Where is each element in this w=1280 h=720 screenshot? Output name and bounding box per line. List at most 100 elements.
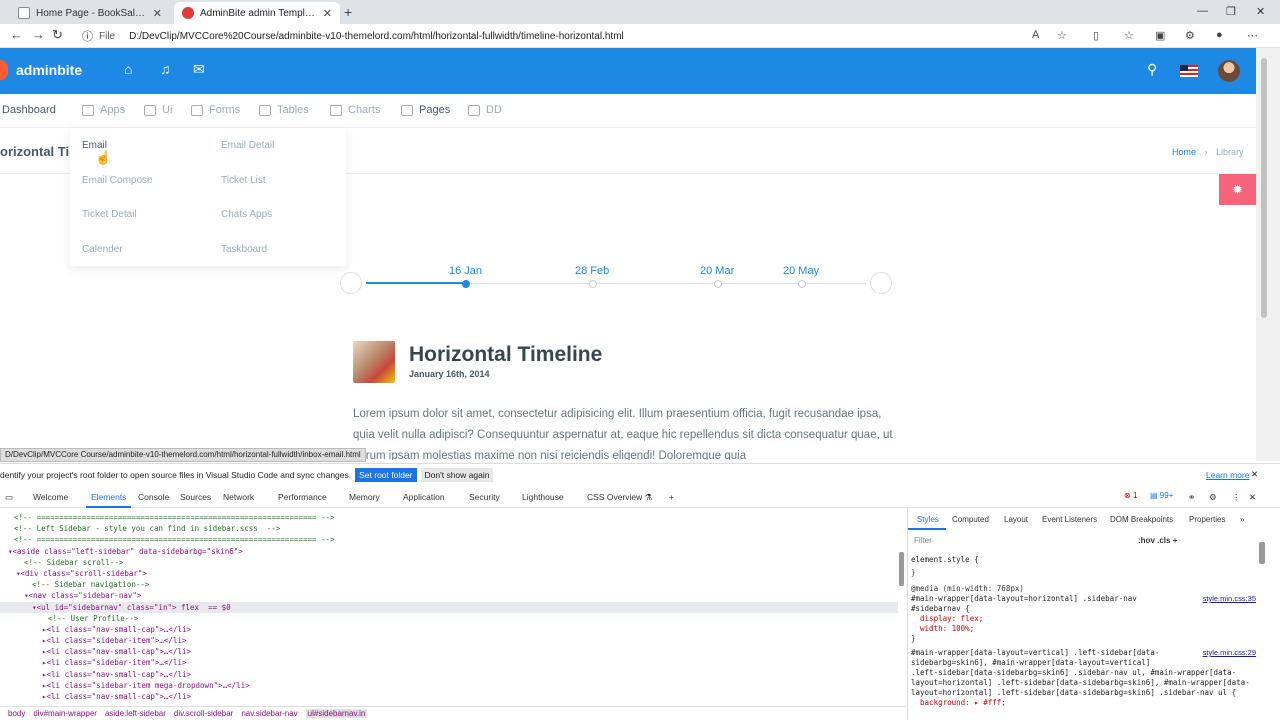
settings-gear-icon[interactable]: ✹ [1219, 174, 1256, 205]
devtools-tab-console[interactable]: Console [138, 492, 169, 502]
menu-item-tables[interactable]: Tables [259, 104, 309, 116]
scrollbar-thumb[interactable] [1261, 58, 1267, 318]
layout-tab[interactable]: Layout [1004, 515, 1028, 524]
split-screen-icon[interactable]: ▯ [1093, 29, 1099, 42]
code-line[interactable]: ▸<li class="sidebar-item">…</li> [42, 657, 187, 668]
dropdown-item-chats-apps[interactable]: Chats Apps [221, 209, 272, 220]
stylesheet-link[interactable]: style.min.css:29 [1203, 648, 1256, 657]
styles-scrollbar[interactable] [1259, 542, 1265, 564]
dom-crumb[interactable]: div#main-wrapper [33, 709, 97, 718]
style-line[interactable]: #main-wrapper[data-layout=vertical] .lef… [911, 648, 1159, 657]
add-tab-plus-icon[interactable]: + [669, 492, 674, 502]
code-line[interactable]: <!-- User Profile--> [48, 613, 138, 624]
style-line[interactable]: element.style { [911, 555, 979, 564]
menu-item-apps[interactable]: Apps [82, 104, 125, 116]
favorites-icon[interactable]: ☆ [1124, 29, 1134, 42]
search-icon[interactable]: ⚲ [1147, 61, 1157, 78]
new-tab-plus-icon[interactable]: + [344, 4, 352, 20]
code-line[interactable]: ▾<div class="scroll-sidebar"> [16, 568, 147, 579]
timeline-dot[interactable] [798, 280, 806, 288]
computed-tab[interactable]: Computed [952, 515, 989, 524]
timeline-dot[interactable] [589, 280, 597, 288]
bell-icon[interactable]: ♫ [160, 61, 171, 77]
code-line[interactable]: ▸<li class="nav-small-cap">…</li> [42, 669, 191, 680]
close-icon[interactable]: ✕ [1249, 492, 1256, 503]
event-listeners-tab[interactable]: Event Listeners [1042, 515, 1097, 524]
mail-icon[interactable]: ✉ [193, 61, 205, 78]
minimize-icon[interactable]: — [1197, 5, 1208, 17]
timeline-date[interactable]: 20 Mar [700, 265, 734, 277]
gift-icon[interactable]: ⌂ [124, 61, 132, 77]
devtools-tab-elements[interactable]: Elements [91, 492, 126, 502]
chevron-right-icon[interactable]: » [1240, 515, 1244, 524]
timeline-prev-button[interactable] [340, 272, 362, 294]
code-line[interactable]: <!-- ===================================… [14, 534, 335, 545]
devtools-tab-welcome[interactable]: Welcome [33, 492, 68, 502]
style-line[interactable]: layout=horizontal] .left-sidebar[data-si… [911, 688, 1236, 697]
devtools-tab-memory[interactable]: Memory [349, 492, 380, 502]
dom-crumb[interactable]: div.scroll-sidebar [174, 709, 233, 718]
devtools-tab-css-overview[interactable]: CSS Overview ⚗ [587, 492, 652, 503]
tab-adminbite[interactable]: AdminBite admin Template - The ✕ [174, 2, 340, 24]
restore-icon[interactable]: ❐ [1226, 5, 1236, 18]
close-window-icon[interactable]: ✕ [1256, 5, 1265, 18]
code-line[interactable]: <!-- Sidebar navigation--> [32, 579, 149, 590]
dom-crumb-selected[interactable]: ul#sidebarnav.in [305, 709, 368, 718]
dropdown-item-taskboard[interactable]: Taskboard [221, 244, 267, 255]
devtools-tab-network[interactable]: Network [223, 492, 254, 502]
favorite-star-icon[interactable]: ☆ [1057, 29, 1067, 42]
timeline-date[interactable]: 20 May [783, 265, 819, 277]
style-property[interactable]: width: 100%; [911, 624, 974, 633]
code-line[interactable]: ▸<li class="sidebar-item mega-dropdown">… [42, 680, 250, 691]
more-menu-icon[interactable]: ⋯ [1247, 29, 1258, 42]
learn-more-link[interactable]: Learn more [1206, 470, 1249, 480]
code-line[interactable]: <!-- Sidebar scroll--> [24, 557, 123, 568]
menu-item-dashboard[interactable]: Dashboard [2, 104, 56, 116]
stylesheet-link[interactable]: style.min.css:35 [1203, 594, 1256, 603]
close-icon[interactable]: ✕ [153, 7, 162, 20]
dropdown-item-ticket-list[interactable]: Ticket List [221, 175, 266, 186]
style-line[interactable]: sidebarbg=skin6], #main-wrapper[data-lay… [911, 658, 1150, 667]
dom-crumb[interactable]: aside.left-sidebar [105, 709, 166, 718]
menu-item-dd[interactable]: DD [468, 104, 502, 116]
devtools-tab-security[interactable]: Security [469, 492, 500, 502]
style-line[interactable]: #main-wrapper[data-layout=horizontal] .s… [911, 594, 1137, 603]
devtools-tab-sources[interactable]: Sources [180, 492, 211, 502]
filter-buttons[interactable]: :hov .cls + [1138, 536, 1177, 545]
menu-item-pages[interactable]: Pages [401, 104, 450, 116]
page-scrollbar[interactable] [1256, 48, 1280, 461]
tab-booksale[interactable]: Home Page - BookSale.Managem ✕ [10, 2, 170, 24]
timeline-next-button[interactable] [870, 272, 892, 294]
brand-name[interactable]: adminbite [16, 62, 82, 78]
dropdown-item-email-compose[interactable]: Email Compose [82, 175, 153, 186]
avatar[interactable] [1218, 60, 1240, 82]
styles-tab[interactable]: Styles [917, 515, 939, 524]
set-root-folder-button[interactable]: Set root folder [355, 467, 417, 482]
dom-crumb[interactable]: nav.sidebar-nav [241, 709, 297, 718]
profile-icon[interactable]: ● [1216, 29, 1223, 41]
dom-crumb[interactable]: body [8, 709, 25, 718]
refresh-icon[interactable]: ↻ [52, 27, 63, 43]
dropdown-item-calender[interactable]: Calender [82, 244, 123, 255]
timeline-dot[interactable] [462, 280, 470, 288]
forward-arrow-icon[interactable]: → [32, 27, 45, 42]
code-line[interactable]: <!-- ===================================… [14, 512, 335, 523]
link-icon[interactable]: ⚭ [1188, 492, 1195, 503]
menu-item-ui[interactable]: Ui [144, 104, 172, 116]
us-flag-icon[interactable] [1180, 65, 1198, 77]
message-count-badge[interactable]: ▤ 99+ [1150, 491, 1173, 500]
style-line[interactable]: .left-sidebar[data-sidebarbg=skin6] .sid… [911, 668, 1236, 677]
menu-item-forms[interactable]: Forms [191, 104, 240, 116]
code-line-selected[interactable]: ▾<ul id="sidebarnav" class="in"> flex ==… [32, 602, 231, 613]
code-line[interactable]: ▸<li class="sidebar-item">…</li> [42, 635, 187, 646]
device-toggle-icon[interactable]: ▭ [5, 492, 13, 503]
style-property[interactable]: display: flex; [911, 614, 983, 623]
timeline-dot[interactable] [714, 280, 722, 288]
code-line[interactable]: ▸<li class="nav-small-cap">…</li> [42, 624, 191, 635]
style-property[interactable]: background: ▸ #fff; [911, 698, 1006, 707]
dont-show-again-button[interactable]: Don't show again [420, 467, 494, 482]
code-line[interactable]: ▸<li class="nav-small-cap">…</li> [42, 646, 191, 657]
code-line[interactable]: ▾<aside class="left-sidebar" data-sideba… [8, 546, 243, 557]
more-menu-icon[interactable]: ⋮ [1232, 492, 1241, 503]
extensions-icon[interactable]: ⚙ [1185, 29, 1195, 42]
